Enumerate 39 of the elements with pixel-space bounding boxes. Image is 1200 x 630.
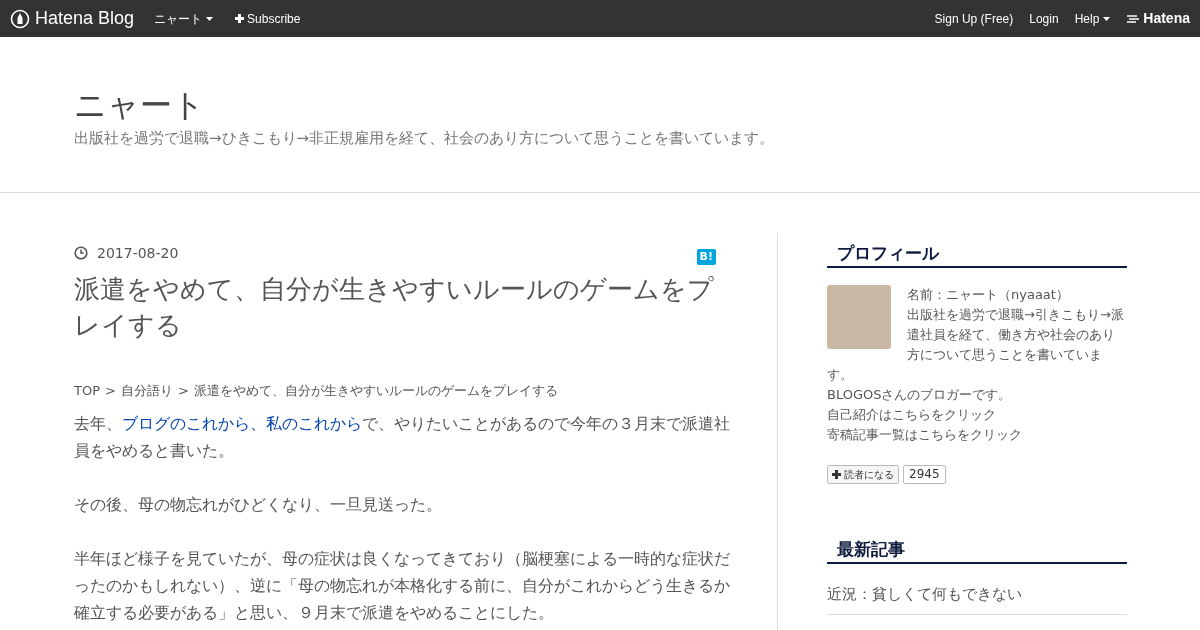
article-paragraph: 半年ほど様子を見ていたが、母の症状は良くなってきており（脳梗塞による一時的な症状だったのかもしれない）、逆に「母の物忘れが本格化する前に、自分がこれからどう生きるか確立する必要がある」と思い、９月末で派遣をやめることにした。 [74, 548, 730, 624]
profile-text: 自己紹介はこちらをクリック [827, 406, 997, 424]
profile-avatar [827, 285, 891, 349]
profile-description: 出版社を過労で退職→引きこもり→派遣社員を経て、働き方や社会のあり方について思うことを書いていま [907, 306, 1125, 364]
profile-description: す。 [827, 366, 854, 384]
hatena-logo-icon [1126, 13, 1141, 24]
recent-post-link[interactable]: 近況：貧しくて何もできない [827, 574, 1127, 615]
profile-heading: プロフィール [827, 241, 1127, 268]
breadcrumb-link[interactable]: TOP [74, 381, 100, 401]
help-menu[interactable]: Help [1074, 9, 1111, 28]
clock-icon [74, 246, 88, 260]
breadcrumb-separator: > [177, 382, 189, 400]
article-title[interactable]: 派遣をやめて、自分が生きやすいルールのゲームをプレイする [74, 271, 730, 343]
follower-count: 2945 [903, 465, 946, 484]
login-link[interactable]: Login [1029, 9, 1059, 28]
follow-button[interactable]: 読者になる [827, 465, 899, 484]
blog-title[interactable]: ニャート [74, 85, 1126, 125]
profile-name: 名前：ニャート（nyaaat） [907, 286, 1070, 304]
caret-icon [1103, 16, 1111, 21]
article-link[interactable]: ブログのこれから、私のこれから [122, 414, 362, 433]
blog-tagline: 出版社を過労で退職→ひきこもり→非正規雇用を経て、社会のあり方について思うことを書いています。 [74, 128, 776, 149]
pen-logo-icon [10, 8, 30, 29]
profile-text: 寄稿記事一覧はこちらをクリック [827, 426, 1023, 444]
profile-text: BLOGOSさんのブロガーです。 [827, 386, 1013, 404]
breadcrumb-link[interactable]: 派遣をやめて、自分が生きやすいルールのゲームをプレイする [193, 381, 558, 401]
brand-name[interactable]: Hatena Blog [35, 5, 135, 32]
plus-icon [832, 470, 841, 479]
blog-menu[interactable]: ニャート [154, 9, 214, 28]
article-paragraph: 去年、ブログのこれから、私のこれからで、やりたいことがあるので今年の３月末で派遣社員をやめると書いた。 [74, 413, 730, 462]
signup-link[interactable]: Sign Up (Free) [934, 9, 1014, 28]
caret-icon [206, 16, 214, 21]
recent-heading: 最新記事 [827, 537, 1127, 564]
post-date: 2017-08-20 [97, 243, 179, 263]
breadcrumb-separator: > [105, 382, 116, 400]
subscribe-link[interactable]: Subscribe [235, 9, 301, 28]
breadcrumb-link[interactable]: 自分語り [120, 381, 173, 401]
plus-icon [235, 14, 245, 23]
hatena-link[interactable]: Hatena [1143, 8, 1190, 29]
article-paragraph: その後、母の物忘れがひどくなり、一旦見送った。 [74, 494, 443, 516]
